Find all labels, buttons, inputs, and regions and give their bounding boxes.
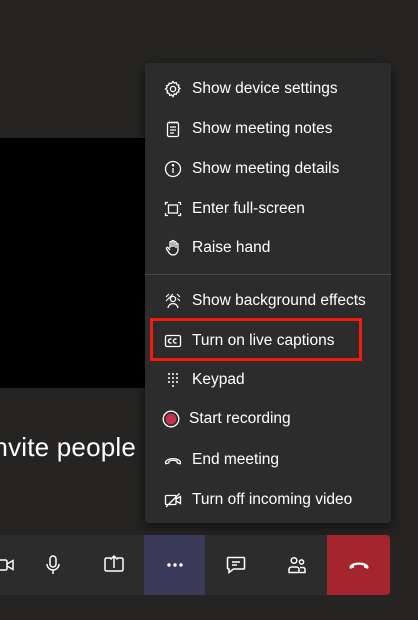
- share-screen-button[interactable]: [83, 535, 144, 595]
- info-icon: [163, 159, 183, 179]
- microphone-button[interactable]: [22, 535, 83, 595]
- background-effects-icon: [163, 291, 183, 311]
- hand-icon: [163, 238, 183, 258]
- more-options-icon: [163, 553, 187, 577]
- microphone-icon: [41, 553, 65, 577]
- invite-people-text: Invite people: [0, 432, 137, 462]
- chat-icon: [224, 553, 248, 577]
- notes-icon: [163, 119, 183, 139]
- menu-item-start-recording[interactable]: Start recording: [145, 402, 391, 436]
- menu-item-meeting-details[interactable]: Show meeting details: [145, 152, 391, 186]
- share-screen-icon: [102, 553, 126, 577]
- menu-item-turn-off-incoming-video[interactable]: Turn off incoming video: [145, 483, 391, 517]
- end-meeting-icon: [163, 450, 183, 470]
- camera-icon: [0, 553, 16, 577]
- record-icon: [161, 409, 181, 429]
- chat-button[interactable]: [205, 535, 266, 595]
- menu-item-device-settings[interactable]: Show device settings: [145, 72, 391, 106]
- menu-item-full-screen[interactable]: Enter full-screen: [145, 192, 391, 226]
- menu-item-raise-hand[interactable]: Raise hand: [145, 231, 391, 265]
- menu-item-meeting-notes[interactable]: Show meeting notes: [145, 112, 391, 146]
- more-actions-menu: Show device settings Show meeting notes …: [145, 63, 391, 523]
- menu-item-end-meeting[interactable]: End meeting: [145, 443, 391, 477]
- camera-button[interactable]: [0, 535, 22, 595]
- keypad-icon: [163, 370, 183, 390]
- video-tile: [0, 138, 148, 388]
- menu-item-keypad[interactable]: Keypad: [145, 363, 391, 397]
- more-options-button[interactable]: [144, 535, 205, 595]
- gear-icon: [163, 79, 183, 99]
- participants-button[interactable]: [266, 535, 327, 595]
- video-off-icon: [163, 490, 183, 510]
- menu-item-background-effects[interactable]: Show background effects: [145, 284, 391, 318]
- hang-up-button[interactable]: [327, 535, 390, 595]
- fullscreen-icon: [163, 199, 183, 219]
- participants-icon: [285, 553, 309, 577]
- menu-divider: [145, 274, 391, 275]
- hang-up-icon: [347, 553, 371, 577]
- call-toolbar: [0, 535, 390, 595]
- live-captions-highlight: [150, 318, 362, 361]
